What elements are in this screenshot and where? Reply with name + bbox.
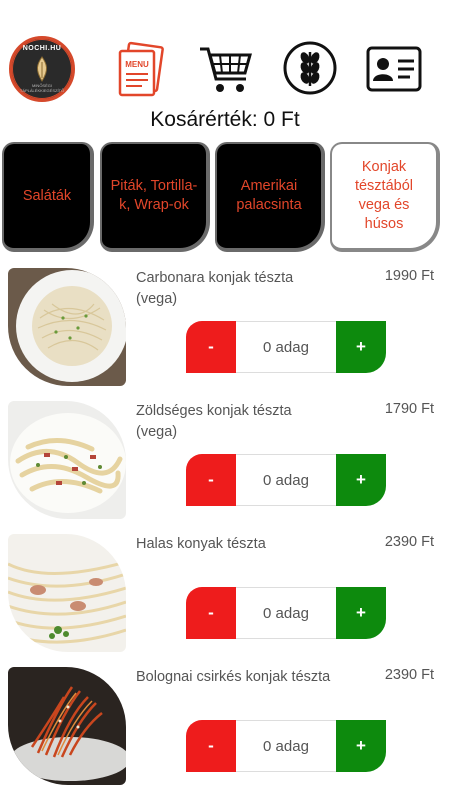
- product-name: Zöldséges konjak tészta (vega): [136, 403, 292, 440]
- quantity-value: 0 adag: [236, 720, 336, 772]
- quantity-stepper: - 0 adag +: [186, 454, 386, 506]
- logo-text: NOCHI.HU: [22, 45, 62, 52]
- increase-button[interactable]: +: [336, 587, 386, 639]
- quantity-stepper: - 0 adag +: [186, 587, 386, 639]
- increase-button[interactable]: +: [336, 454, 386, 506]
- decrease-button[interactable]: -: [186, 587, 236, 639]
- product-name: Carbonara konjak tészta (vega): [136, 270, 294, 307]
- tab-salads[interactable]: Saláták: [2, 142, 94, 252]
- cart-icon[interactable]: [197, 42, 255, 98]
- product-image: [8, 268, 126, 386]
- increase-button[interactable]: +: [336, 720, 386, 772]
- category-tabs: Saláták Piták, Tortilla-k, Wrap-ok Ameri…: [2, 142, 448, 254]
- tab-label: Saláták: [22, 187, 72, 204]
- quantity-value: 0 adag: [236, 454, 336, 506]
- cart-total: Kosárérték: 0 Ft: [150, 108, 300, 131]
- tab-label: Konjak tésztából vega és húsos: [354, 159, 414, 232]
- increase-button[interactable]: +: [336, 321, 386, 373]
- quantity-stepper: - 0 adag +: [186, 720, 386, 772]
- list-item: Carbonara konjak tészta (vega) 1990 Ft -…: [0, 266, 450, 392]
- brand-logo[interactable]: NOCHI.HU MINŐSÉGI TÁPLÁLÉKKIEGÉSZÍTŐ: [9, 36, 75, 102]
- product-price: 1990 Ft: [384, 268, 434, 284]
- tab-label: Piták, Tortilla-k, Wrap-ok: [110, 178, 198, 213]
- product-image: [8, 401, 126, 519]
- product-image: [8, 667, 126, 785]
- quantity-stepper: - 0 adag +: [186, 321, 386, 373]
- product-price: 1790 Ft: [384, 401, 434, 417]
- quantity-value: 0 adag: [236, 321, 336, 373]
- decrease-button[interactable]: -: [186, 321, 236, 373]
- menu-icon-label: MENU: [125, 60, 149, 69]
- menu-icon[interactable]: MENU: [111, 40, 171, 100]
- product-image: [8, 534, 126, 652]
- product-name: Bolognai csirkés konjak tészta: [136, 669, 331, 685]
- tab-label: Amerikai palacsinta: [236, 178, 302, 213]
- list-item: Halas konyak tészta 2390 Ft - 0 adag +: [0, 532, 450, 658]
- product-price: 2390 Ft: [384, 667, 434, 683]
- quantity-value: 0 adag: [236, 587, 336, 639]
- logo-emblem-icon: [37, 56, 47, 82]
- list-item: Zöldséges konjak tészta (vega) 1790 Ft -…: [0, 399, 450, 525]
- list-item: Bolognai csirkés konjak tészta 2390 Ft -…: [0, 665, 450, 791]
- tab-pitas[interactable]: Piták, Tortilla-k, Wrap-ok: [100, 142, 210, 252]
- decrease-button[interactable]: -: [186, 454, 236, 506]
- product-name: Halas konyak tészta: [136, 536, 266, 552]
- decrease-button[interactable]: -: [186, 720, 236, 772]
- logo-subtext: MINŐSÉGI TÁPLÁLÉKKIEGÉSZÍTŐ: [19, 83, 65, 93]
- profile-card-icon[interactable]: [364, 44, 424, 94]
- tab-konjak[interactable]: Konjak tésztából vega és húsos: [330, 142, 440, 252]
- top-navigation: NOCHI.HU MINŐSÉGI TÁPLÁLÉKKIEGÉSZÍTŐ MEN…: [0, 0, 450, 108]
- product-price: 2390 Ft: [384, 534, 434, 550]
- gluten-free-icon[interactable]: [282, 40, 338, 96]
- tab-pancakes[interactable]: Amerikai palacsinta: [215, 142, 325, 252]
